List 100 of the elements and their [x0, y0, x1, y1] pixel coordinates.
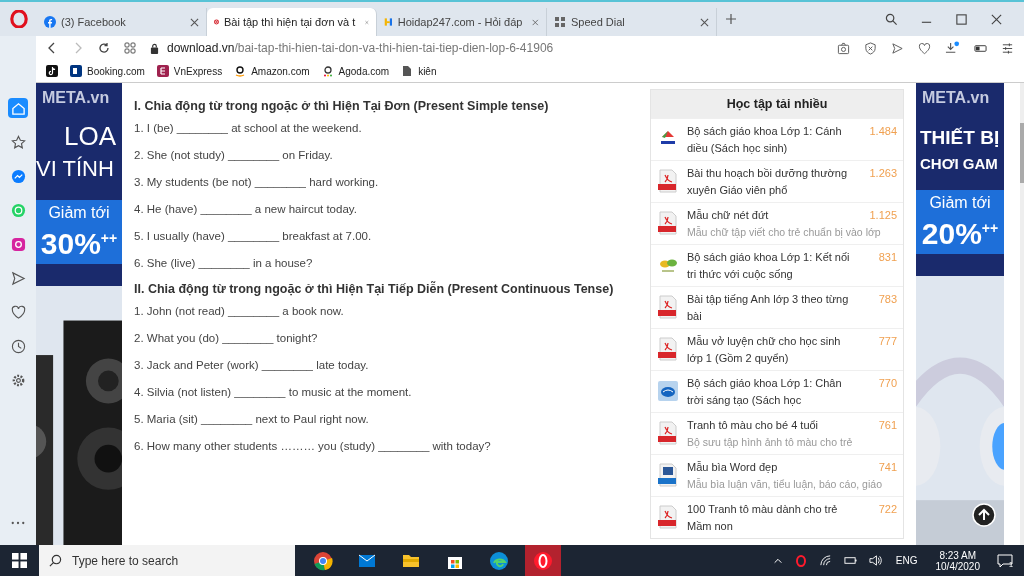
address-field[interactable]: download.vn/bai-tap-thi-hien-tai-don-va-thi-hien-tai-tiep-dien-lop-6-41906: [167, 41, 554, 55]
search-icon: [49, 554, 62, 567]
bookmark[interactable]: Amazon.com: [234, 65, 310, 77]
sidebar-button[interactable]: [8, 132, 28, 152]
more-icon[interactable]: [11, 521, 25, 525]
file-icon: [401, 65, 414, 77]
amazon-icon: [234, 65, 247, 77]
download-item[interactable]: Mẫu bìa Word đẹp 741 Mẫu bìa luận văn, tiểu luận, báo cáo, giáo: [651, 454, 903, 496]
language-indicator[interactable]: ENG: [895, 555, 918, 566]
exercise-item: 4. He (have) ________ a new haircut today.: [134, 203, 358, 215]
battery-icon[interactable]: [843, 554, 857, 567]
sidebar-button[interactable]: [8, 98, 28, 118]
download-item[interactable]: Bộ sách giáo khoa Lớp 1: Kết nối tri thức với cuộc sống 831: [651, 244, 903, 286]
item-title[interactable]: Mẫu bìa Word đẹp: [687, 459, 855, 476]
download-count: 1.263: [868, 166, 897, 181]
maximize-icon[interactable]: [955, 12, 968, 26]
camera-icon[interactable]: [837, 41, 850, 55]
item-title[interactable]: Tranh tô màu cho bé 4 tuổi: [687, 417, 855, 434]
download-item[interactable]: Bài thu hoạch bồi dưỡng thường xuyên Giáo viên phổ 1.263: [651, 160, 903, 202]
ad-headline: LOA: [63, 121, 117, 152]
bookmark[interactable]: Booking.com: [70, 65, 145, 77]
ad-headline: VI TÍNH: [36, 156, 115, 182]
advertisement-banner[interactable]: META.vn THIẾT BỊ CHƠI GAM Giảm tới 20%$^{++}$: [916, 83, 1004, 545]
notification-button[interactable]: 1: [990, 552, 1020, 569]
wifi-icon[interactable]: [818, 554, 832, 567]
pdf-file-icon: [657, 211, 679, 235]
download-item[interactable]: Tranh tô màu cho bé 4 tuổi 761 Bộ sưu tập hình ảnh tô màu cho trẻ: [651, 412, 903, 454]
ad-discount: 30%$^{++}$: [40, 226, 118, 260]
item-title[interactable]: 100 Tranh tô màu dành cho trẻ Mầm non: [687, 501, 855, 535]
item-title[interactable]: Bộ sách giáo khoa Lớp 1: Cánh diều (Sách học sinh): [687, 123, 855, 157]
exercise-item: 3. My students (be not) ________ hard working.: [134, 176, 380, 188]
ad-brand: META.vn: [41, 88, 111, 107]
item-title[interactable]: Mẫu vở luyện chữ cho học sinh lớp 1 (Gồm 2 quyển): [687, 333, 855, 367]
download-item[interactable]: Mẫu vở luyện chữ cho học sinh lớp 1 (Gồm 2 quyển) 777: [651, 328, 903, 370]
download-count: 783: [877, 292, 897, 307]
new-tab-icon[interactable]: [725, 13, 737, 25]
pdf-file-icon: [657, 505, 679, 529]
ad-discount: 20%$^{++}$: [921, 216, 999, 250]
agoda-icon: [321, 65, 334, 77]
download-item[interactable]: 100 Tranh tô màu dành cho trẻ Mầm non 722: [651, 496, 903, 538]
download-item[interactable]: Mẫu chữ nét đứt 1.125 Mẫu chữ tập viết cho trẻ chuẩn bị vào lớp: [651, 202, 903, 244]
bookmark[interactable]: kiên: [401, 65, 437, 77]
download-count: 770: [877, 376, 897, 391]
item-title[interactable]: Bộ sách giáo khoa Lớp 1: Kết nối tri thức với cuộc sống: [687, 249, 855, 283]
item-title[interactable]: Bộ sách giáo khoa Lớp 1: Chân trời sáng tạo (Sách học: [687, 375, 855, 409]
close-icon[interactable]: [190, 17, 199, 27]
scroll-to-top-icon[interactable]: [972, 503, 996, 527]
edge-icon: [489, 550, 509, 571]
clock[interactable]: 8:23 AM 10/4/2020: [935, 549, 980, 572]
item-title[interactable]: Mẫu chữ nét đứt: [687, 207, 855, 224]
volume-icon[interactable]: [868, 554, 882, 567]
item-title[interactable]: Bài thu hoạch bồi dưỡng thường xuyên Giáo viên phổ: [687, 165, 855, 199]
send-icon: [10, 270, 26, 286]
star-icon: [10, 134, 26, 150]
windows-start-icon[interactable]: [12, 553, 27, 568]
settings-icon: [10, 372, 26, 388]
bookmark[interactable]: Agoda.com: [321, 65, 390, 77]
send-icon[interactable]: [891, 41, 904, 55]
book-logo-icon: [657, 379, 679, 403]
download-count: 761: [877, 418, 897, 433]
heart-icon[interactable]: [918, 41, 931, 55]
ad-headline: CHƠI GAM: [919, 155, 999, 172]
section-heading: II. Chia động từ trong ngoặc ở thì Hiện Tại Tiếp Diễn (Present Continuous Tense): [134, 282, 615, 296]
download-item[interactable]: Bộ sách giáo khoa Lớp 1: Chân trời sáng tạo (Sách học 770: [651, 370, 903, 412]
taskbar-search-field[interactable]: Type here to search: [70, 552, 274, 569]
item-description: Mẫu chữ tập viết cho trẻ chuẩn bị vào lớp: [687, 225, 881, 240]
ad-promo-text: Giảm tới: [48, 204, 110, 222]
bookmark[interactable]: VnExpress: [156, 65, 223, 77]
download-item[interactable]: Bài tập tiếng Anh lớp 3 theo từng bài 783: [651, 286, 903, 328]
chrome-icon: [313, 550, 333, 571]
item-description: Bộ sưu tập hình ảnh tô màu cho trẻ: [687, 435, 853, 450]
exercise-item: 1. John (not read) ________ a book now.: [134, 305, 345, 317]
notification-icon: [996, 552, 1013, 569]
messenger-icon: [10, 168, 26, 184]
pdf-file-icon: [657, 169, 679, 193]
browser-tab[interactable]: Bài tập thì hiện tại đơn và t: [207, 8, 377, 36]
item-title[interactable]: Bài tập tiếng Anh lớp 3 theo từng bài: [687, 291, 855, 325]
shield-x-icon[interactable]: [864, 41, 877, 55]
exercise-item: 1. I (be) ________ at school at the weekend.: [134, 122, 363, 134]
taskbar-app[interactable]: [525, 545, 561, 576]
taskbar-search-box[interactable]: Type here to search: [39, 545, 295, 576]
settings-icon[interactable]: [1001, 41, 1014, 55]
opera-icon[interactable]: [794, 554, 807, 567]
reload-icon[interactable]: [98, 42, 110, 54]
instagram-icon: [10, 236, 26, 252]
download-item[interactable]: Bộ sách giáo khoa Lớp 1: Cánh diều (Sách học sinh) 1.484: [651, 118, 903, 160]
pdf-file-icon: [657, 421, 679, 445]
close-icon[interactable]: [700, 17, 709, 27]
download-icon[interactable]: [945, 40, 960, 56]
grid-icon[interactable]: [124, 42, 136, 54]
close-icon[interactable]: [990, 12, 1003, 26]
search-icon[interactable]: [885, 12, 898, 26]
opera-logo-icon[interactable]: [10, 10, 28, 28]
advertisement-banner[interactable]: META.vn LOA VI TÍNH Giảm tới 30%$^{++}$: [36, 83, 122, 545]
exercise-item: 6. She (live) ________ in a house?: [134, 257, 314, 269]
booking-icon: [70, 65, 82, 77]
download-count: 831: [877, 250, 897, 265]
letter-h-icon: [384, 16, 393, 28]
tiktok-bookmark-icon[interactable]: [46, 65, 58, 77]
facebook-icon: [44, 16, 56, 28]
